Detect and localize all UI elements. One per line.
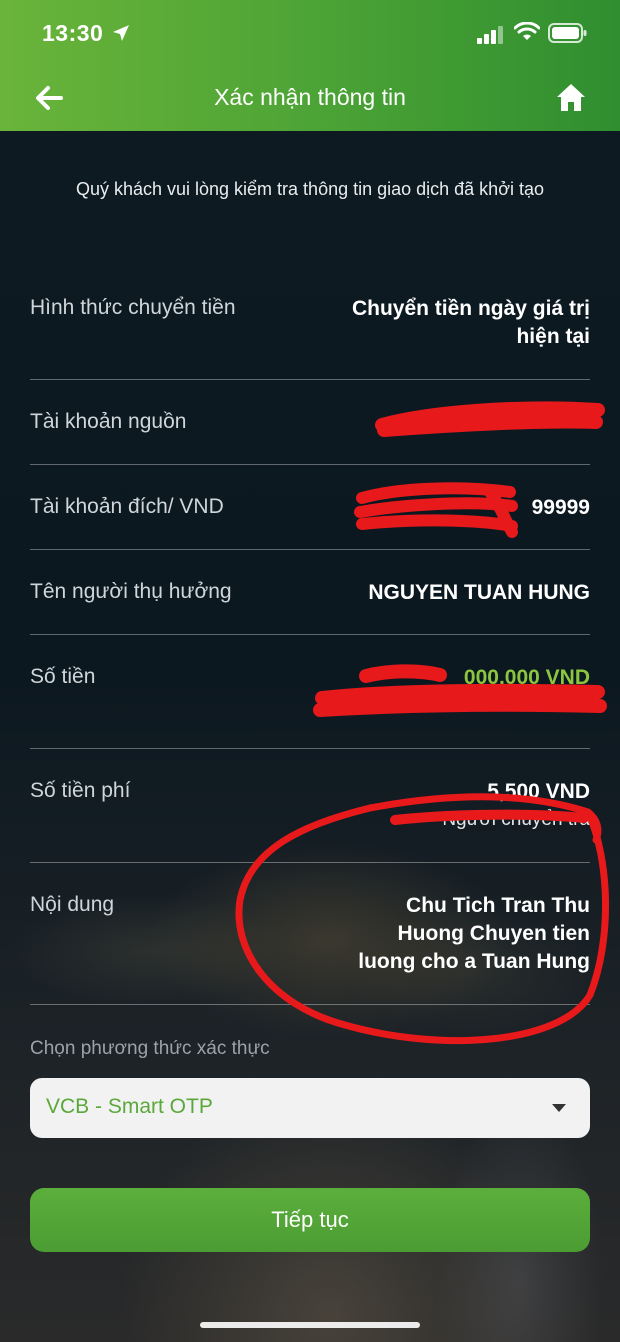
divider bbox=[30, 464, 590, 465]
detail-label: Tên người thụ hưởng bbox=[30, 580, 232, 603]
detail-value: NGUYEN TUAN HUNG bbox=[368, 581, 590, 604]
auth-method-select[interactable]: VCB - Smart OTP bbox=[30, 1078, 590, 1138]
detail-label: Nội dung bbox=[30, 893, 115, 916]
detail-row-transfer-type: Hình thức chuyển tiền Chuyển tiền ngày g… bbox=[30, 296, 590, 376]
detail-value: 99999 bbox=[531, 496, 590, 519]
detail-row-source-account: Tài khoản nguồn bbox=[30, 410, 590, 450]
detail-value: Chu Tich Tran Thu Huong Chuyen tien luon… bbox=[358, 894, 590, 973]
divider bbox=[30, 379, 590, 380]
detail-label: Số tiền phí bbox=[30, 779, 131, 802]
detail-value: 000,000 VND bbox=[463, 666, 590, 689]
page-title: Xác nhận thông tin bbox=[214, 84, 406, 110]
auth-method-label: Chọn phương thức xác thực bbox=[30, 1038, 270, 1059]
divider bbox=[30, 862, 590, 863]
detail-row-beneficiary: Tên người thụ hưởng NGUYEN TUAN HUNG bbox=[30, 580, 590, 620]
detail-label: Tài khoản đích/ VND bbox=[30, 495, 224, 518]
detail-row-content: Nội dung Chu Tich Tran Thu Huong Chuyen … bbox=[30, 893, 590, 993]
detail-label: Số tiền bbox=[30, 665, 96, 688]
status-bar: 13:30 bbox=[0, 0, 620, 66]
divider bbox=[30, 549, 590, 550]
detail-row-amount: Số tiền 000,000 VND bbox=[30, 665, 590, 735]
battery-icon bbox=[548, 23, 587, 43]
auth-method-selected: VCB - Smart OTP bbox=[46, 1095, 213, 1118]
detail-value: 5,500 VND Người chuyển trả bbox=[442, 780, 590, 830]
detail-label: Tài khoản nguồn bbox=[30, 410, 187, 433]
continue-button[interactable]: Tiếp tục bbox=[30, 1188, 590, 1252]
detail-value: Chuyển tiền ngày giá trị hiện tại bbox=[351, 297, 590, 348]
divider bbox=[30, 1004, 590, 1005]
detail-row-fee: Số tiền phí 5,500 VND Người chuyển trả bbox=[30, 779, 590, 849]
detail-label: Hình thức chuyển tiền bbox=[30, 296, 236, 319]
detail-row-destination-account: Tài khoản đích/ VND 99999 bbox=[30, 495, 590, 535]
divider bbox=[30, 634, 590, 635]
intro-text: Quý khách vui lòng kiểm tra thông tin gi… bbox=[75, 179, 545, 199]
wifi-icon bbox=[514, 22, 540, 40]
status-time: 13:30 bbox=[42, 20, 104, 46]
home-indicator bbox=[200, 1322, 420, 1328]
home-icon[interactable] bbox=[554, 80, 588, 114]
location-arrow-icon bbox=[113, 25, 129, 41]
chevron-down-icon bbox=[552, 1104, 566, 1112]
signal-icon bbox=[477, 26, 503, 44]
divider bbox=[30, 748, 590, 749]
